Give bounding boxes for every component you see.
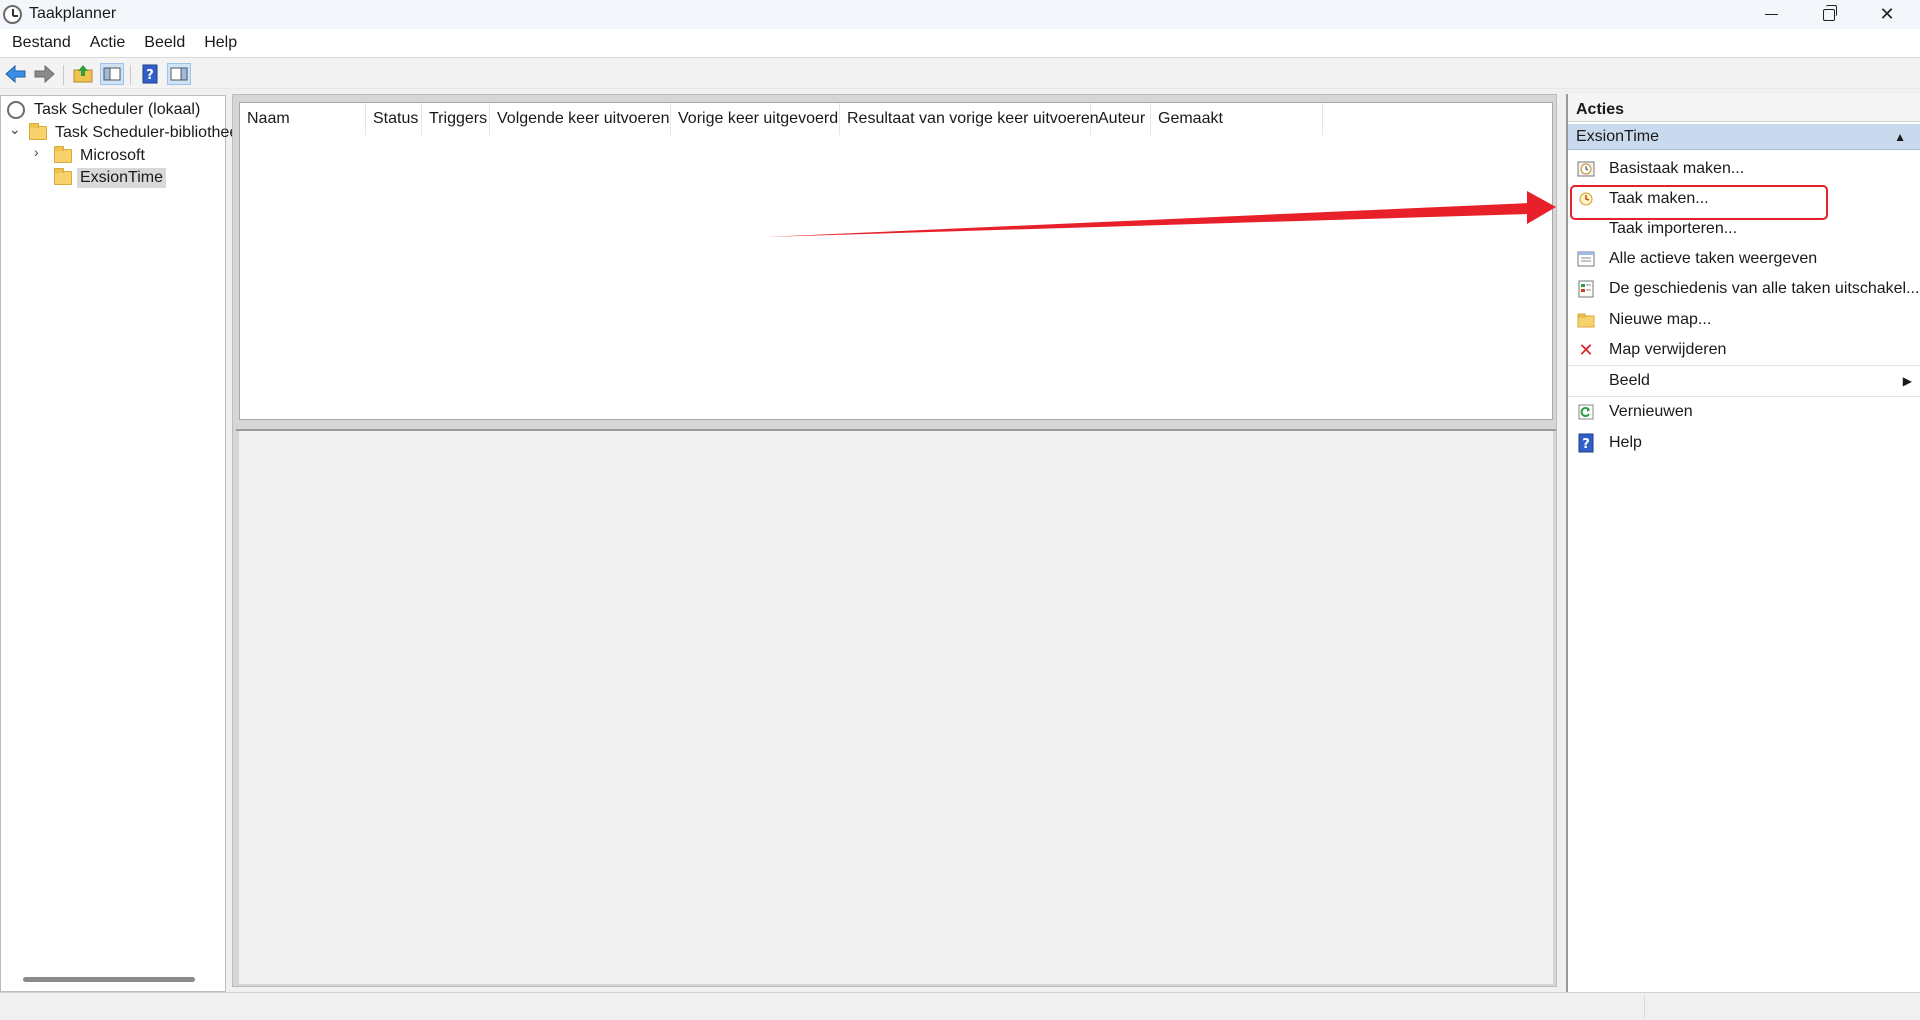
menu-bar: Bestand Actie Beeld Help — [0, 29, 1920, 57]
column-header-resultaat[interactable]: Resultaat van vorige keer uitvoeren — [840, 103, 1099, 135]
action-alle-actieve-taken[interactable]: Alle actieve taken weergeven — [1568, 244, 1920, 274]
status-bar — [0, 992, 1920, 1020]
section-title: ExsionTime — [1576, 128, 1659, 145]
close-icon: ✕ — [1879, 4, 1895, 24]
help-icon: ? — [1576, 433, 1596, 453]
action-geschiedenis-uitschakelen[interactable]: De geschiedenis van alle taken uitschake… — [1568, 274, 1920, 304]
actions-pane: Acties ExsionTime ▲ Basistaak maken... T… — [1566, 94, 1920, 992]
submenu-arrow-icon: ▶ — [1902, 374, 1912, 388]
title-bar: Taakplanner ✕ — [0, 0, 1920, 29]
column-header-volgende[interactable]: Volgende keer uitvoeren — [490, 103, 671, 135]
show-action-pane-button[interactable] — [167, 63, 191, 85]
chevron-down-icon[interactable]: ⌄ — [9, 121, 21, 138]
restore-icon — [1823, 4, 1837, 21]
tree-item-exsiontime[interactable]: ExsionTime — [54, 167, 166, 189]
folder-clock-icon — [29, 123, 47, 140]
chevron-right-icon[interactable]: › — [34, 144, 39, 160]
show-pane-button[interactable] — [100, 63, 124, 85]
menu-beeld[interactable]: Beeld — [136, 29, 193, 57]
clock-icon — [7, 101, 25, 119]
tree-root[interactable]: Task Scheduler (lokaal) — [7, 99, 203, 121]
tree-library[interactable]: Task Scheduler-bibliotheek — [29, 122, 249, 144]
action-map-verwijderen[interactable]: ✕ Map verwijderen — [1568, 335, 1920, 365]
actions-section-exsiontime[interactable]: ExsionTime ▲ — [1568, 124, 1920, 150]
new-folder-icon — [1576, 310, 1596, 330]
back-arrow-icon — [5, 64, 26, 84]
status-bar-divider — [1644, 995, 1645, 1019]
column-header-auteur[interactable]: Auteur — [1091, 103, 1151, 135]
menu-bestand[interactable]: Bestand — [4, 29, 79, 57]
action-nieuwe-map[interactable]: Nieuwe map... — [1568, 305, 1920, 335]
folder-icon — [54, 168, 72, 185]
folder-icon — [54, 146, 72, 163]
help-button[interactable]: ? — [138, 63, 162, 85]
svg-text:?: ? — [1582, 437, 1590, 452]
column-header-status[interactable]: Status — [366, 103, 422, 135]
menu-help[interactable]: Help — [196, 29, 245, 57]
column-header-triggers[interactable]: Triggers — [422, 103, 490, 135]
help-icon: ? — [142, 64, 158, 84]
collapse-icon[interactable]: ▲ — [1894, 130, 1906, 144]
action-pane-icon — [170, 67, 188, 81]
back-button[interactable] — [4, 63, 28, 85]
active-tasks-icon — [1576, 249, 1596, 269]
horizontal-scrollbar[interactable] — [23, 977, 195, 982]
navigation-tree: Task Scheduler (lokaal) ⌄ Task Scheduler… — [0, 95, 246, 992]
history-icon — [1576, 279, 1596, 299]
action-basistaak-maken[interactable]: Basistaak maken... — [1568, 154, 1920, 184]
refresh-icon — [1576, 402, 1596, 422]
column-header-gemaakt[interactable]: Gemaakt — [1151, 103, 1323, 135]
action-help[interactable]: ? Help — [1568, 428, 1920, 458]
toolbar-separator — [63, 65, 64, 85]
task-list: Naam Status Triggers Volgende keer uitvo… — [239, 102, 1553, 420]
close-button[interactable]: ✕ — [1858, 0, 1916, 29]
tree-item-microsoft[interactable]: Microsoft — [54, 145, 148, 167]
clock-app-icon — [3, 5, 22, 24]
column-header-vorige[interactable]: Vorige keer uitgevoerd — [671, 103, 840, 135]
detail-pane — [239, 431, 1553, 984]
toolbar-separator — [130, 65, 131, 85]
pane-splitter[interactable] — [236, 420, 1556, 431]
window-title: Taakplanner — [29, 5, 117, 22]
action-vernieuwen[interactable]: Vernieuwen — [1568, 397, 1920, 427]
forward-button[interactable] — [32, 63, 56, 85]
delete-icon: ✕ — [1578, 339, 1594, 360]
basic-task-icon — [1576, 159, 1596, 179]
column-header-naam[interactable]: Naam — [240, 103, 366, 135]
annotation-highlight-box — [1570, 185, 1828, 220]
restore-button[interactable] — [1800, 0, 1858, 29]
actions-header: Acties — [1568, 94, 1920, 122]
svg-text:?: ? — [146, 68, 154, 83]
forward-arrow-icon — [34, 64, 55, 84]
minimize-icon — [1764, 14, 1778, 15]
menu-actie[interactable]: Actie — [82, 29, 134, 57]
action-beeld[interactable]: Beeld ▶ — [1568, 366, 1920, 396]
up-folder-button[interactable] — [71, 63, 95, 85]
toolbar: ? — [0, 57, 1920, 89]
pane-icon — [103, 67, 121, 81]
minimize-button[interactable] — [1742, 0, 1800, 29]
folder-up-icon — [73, 65, 93, 83]
